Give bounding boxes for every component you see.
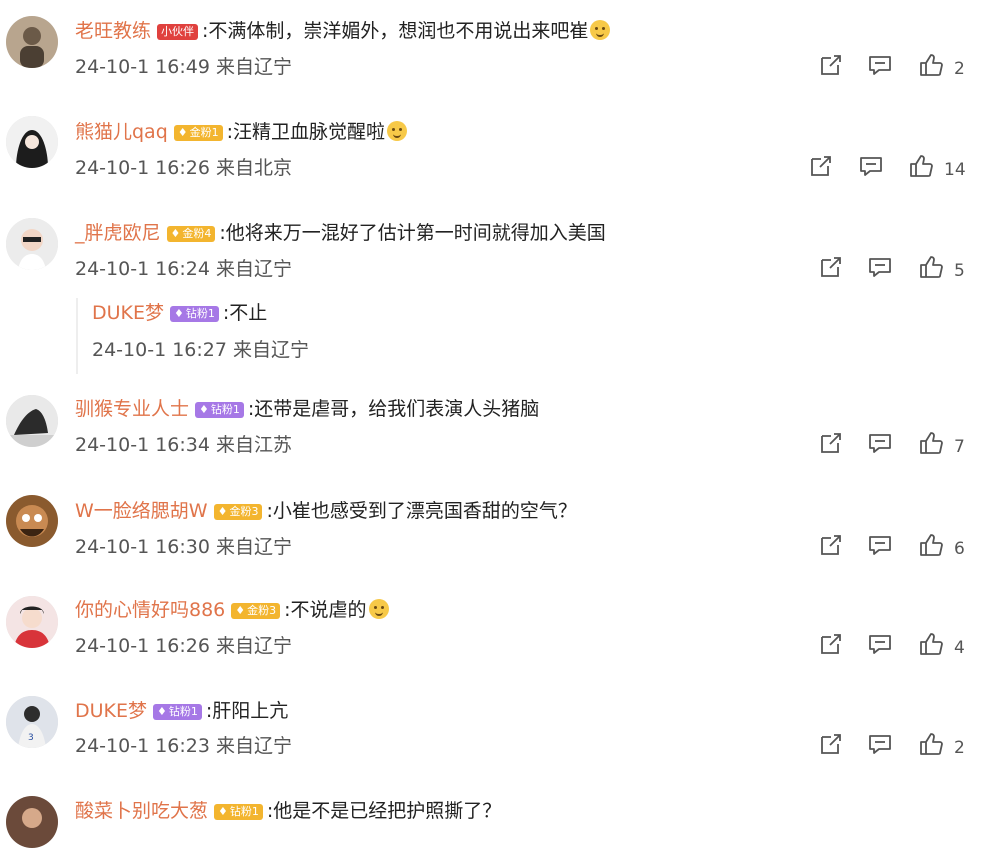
comment-time: 24-10-1 16:26	[75, 635, 210, 657]
username[interactable]: W一脸络腮胡W	[75, 500, 208, 522]
comment-icon[interactable]	[858, 153, 884, 179]
comment-location: 来自辽宁	[216, 56, 293, 78]
thumbs-up-icon[interactable]	[908, 153, 934, 179]
username[interactable]: DUKE梦	[75, 700, 147, 722]
diamond-icon: ♦	[218, 805, 228, 818]
username[interactable]: 你的心情好吗886	[75, 599, 225, 621]
like-count: 5	[954, 261, 965, 281]
avatar[interactable]	[6, 395, 58, 447]
share-icon[interactable]	[818, 631, 844, 657]
fan-badge: ♦ 金粉3	[213, 504, 263, 520]
comment-text: :小崔也感受到了漂亮国香甜的空气？	[266, 500, 577, 522]
diamond-icon: ♦	[174, 307, 184, 320]
thumbs-up-icon[interactable]	[918, 254, 944, 280]
emoji-icon	[387, 121, 408, 141]
comment-location: 来自辽宁	[216, 536, 293, 558]
comment-icon[interactable]	[867, 631, 893, 657]
emoji-icon	[590, 20, 611, 40]
username[interactable]: 熊猫儿qaq	[75, 121, 168, 143]
avatar[interactable]: 3	[6, 696, 58, 748]
comment-text: :不说虐的	[284, 599, 367, 621]
diamond-icon: ♦	[199, 403, 209, 416]
fan-badge: ♦ 金粉3	[231, 603, 281, 619]
comment-location: 来自江苏	[216, 434, 293, 456]
thumbs-up-icon[interactable]	[918, 52, 944, 78]
username[interactable]: DUKE梦	[92, 302, 164, 324]
avatar[interactable]	[6, 596, 58, 648]
diamond-icon: ♦	[170, 227, 181, 240]
emoji-icon	[368, 599, 389, 619]
thumbs-up-icon[interactable]	[918, 430, 944, 456]
share-icon[interactable]	[818, 532, 844, 558]
fan-badge: ♦ 钻粉1	[195, 402, 244, 418]
share-icon[interactable]	[818, 254, 844, 280]
comment-location: 来自辽宁	[216, 635, 293, 657]
comment-text: :不满体制，崇洋媚外，想润也不用说出来吧崔	[202, 20, 589, 42]
like-count: 6	[954, 539, 965, 559]
share-icon[interactable]	[808, 153, 834, 179]
reply-item: DUKE梦 ♦ 钻粉1:不止 24-10-1 16:27 来自辽宁	[76, 298, 978, 374]
fan-badge: ♦ 钻粉1	[153, 704, 202, 720]
like-count: 2	[954, 738, 965, 758]
fan-badge: ♦ 钻粉1	[214, 804, 263, 820]
comment-icon[interactable]	[867, 254, 893, 280]
thumbs-up-icon[interactable]	[918, 731, 944, 757]
fan-badge: 小伙伴	[157, 24, 199, 40]
like-count: 2	[954, 59, 965, 79]
comment-time: 24-10-1 16:49	[75, 56, 210, 78]
thumbs-up-icon[interactable]	[918, 532, 944, 558]
svg-text:3: 3	[28, 733, 34, 743]
comment-text: :他将来万一混好了估计第一时间就得加入美国	[219, 222, 606, 244]
like-count: 4	[954, 638, 965, 658]
thumbs-up-icon[interactable]	[918, 631, 944, 657]
diamond-icon: ♦	[177, 126, 188, 139]
comment-text: :汪精卫血脉觉醒啦	[226, 121, 386, 143]
comment-location: 来自北京	[216, 157, 293, 179]
reply-text: :不止	[222, 302, 268, 324]
comment-time: 24-10-1 16:34	[75, 434, 210, 456]
fan-badge: ♦ 金粉4	[166, 226, 216, 242]
avatar[interactable]	[6, 796, 58, 848]
fan-badge: ♦ 钻粉1	[170, 306, 219, 322]
share-icon[interactable]	[818, 430, 844, 456]
share-icon[interactable]	[818, 731, 844, 757]
like-count: 7	[954, 437, 965, 457]
avatar[interactable]	[6, 16, 58, 68]
comment-time: 24-10-1 16:23	[75, 735, 210, 757]
comment-time: 24-10-1 16:26	[75, 157, 210, 179]
username[interactable]: 驯猴专业人士	[75, 398, 189, 420]
diamond-icon: ♦	[157, 705, 167, 718]
comment-icon[interactable]	[867, 52, 893, 78]
comment-icon[interactable]	[867, 731, 893, 757]
comment-location: 来自辽宁	[216, 735, 293, 757]
username[interactable]: 老旺教练	[75, 20, 151, 42]
avatar[interactable]	[6, 116, 58, 168]
avatar[interactable]	[6, 495, 58, 547]
diamond-icon: ♦	[235, 604, 246, 617]
username[interactable]: _胖虎欧尼	[75, 222, 161, 244]
comment-icon[interactable]	[867, 532, 893, 558]
fan-badge: ♦ 金粉1	[173, 125, 223, 141]
comment-text: :肝阳上亢	[205, 700, 289, 722]
diamond-icon: ♦	[217, 505, 228, 518]
reply-location: 来自辽宁	[233, 339, 310, 361]
avatar[interactable]	[6, 218, 58, 270]
comment-time: 24-10-1 16:24	[75, 258, 210, 280]
comment-icon[interactable]	[867, 430, 893, 456]
username[interactable]: 酸菜卜别吃大葱	[75, 800, 208, 822]
reply-time: 24-10-1 16:27	[92, 339, 227, 361]
comment-text: :还带是虐哥，给我们表演人头猪脑	[247, 398, 540, 420]
like-count: 14	[944, 160, 966, 180]
comment-time: 24-10-1 16:30	[75, 536, 210, 558]
comment-text: :他是不是已经把护照撕了？	[266, 800, 502, 822]
share-icon[interactable]	[818, 52, 844, 78]
comment-location: 来自辽宁	[216, 258, 293, 280]
